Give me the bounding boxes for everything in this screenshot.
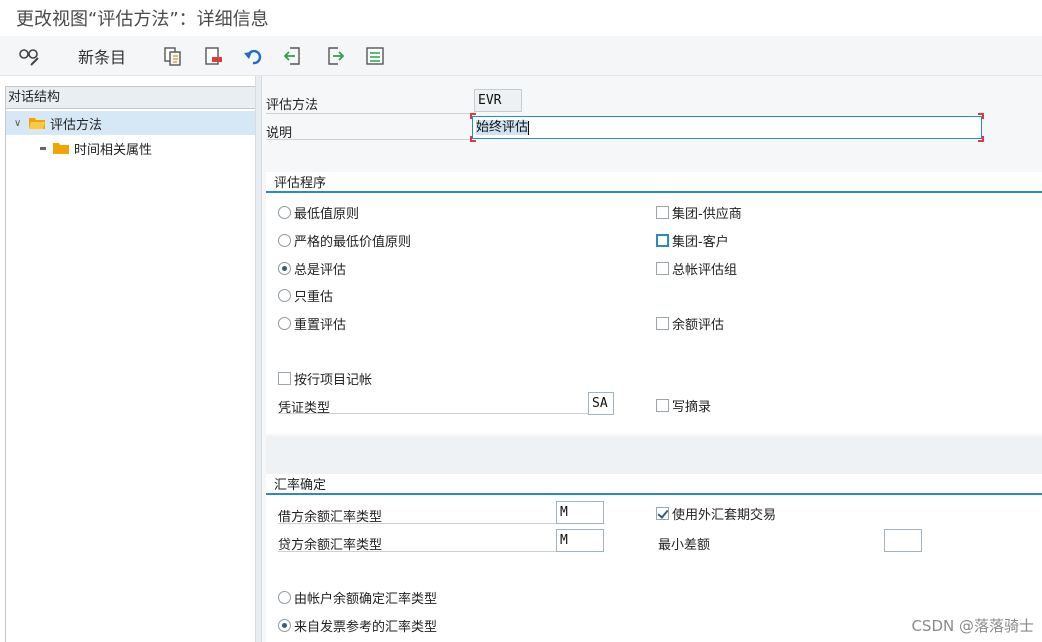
select-all-button[interactable]: [362, 44, 388, 68]
folder-icon: [53, 143, 69, 154]
previous-entry-icon: [283, 47, 300, 65]
undo-icon: [244, 49, 262, 65]
field-marker: [978, 136, 984, 142]
option-label: 重置评估: [294, 317, 347, 333]
option-label: 只重估: [294, 289, 334, 305]
radio-button[interactable]: [278, 316, 291, 330]
chevron-down-icon[interactable]: ∨: [14, 118, 26, 129]
option-label: 总是评估: [294, 262, 347, 278]
divider: [278, 413, 588, 414]
next-entry-button[interactable]: [322, 44, 348, 68]
section-divider: [266, 493, 1042, 495]
watermark: CSDN @落落骑士: [911, 617, 1034, 635]
divider: [278, 551, 556, 552]
divider: [266, 139, 472, 140]
copy-icon: [164, 47, 181, 66]
tree-item-label: 时间相关属性: [74, 142, 153, 158]
select-all-icon: [366, 47, 384, 65]
dialog-structure-panel: 对话结构 ∨ 评估方法 时间相关属性: [0, 76, 255, 642]
check-post-per-line-item[interactable]: 按行项目记帐: [278, 368, 372, 388]
delete-icon: [205, 47, 222, 65]
field-marker: [978, 113, 984, 119]
section-divider: [266, 191, 1042, 193]
valuation-procedure-section: 评估程序 最低值原则 严格的最低价值原则 总是评估 只重估 重置评估 集团-供应…: [266, 172, 1042, 434]
section-title: 评估程序: [274, 176, 327, 191]
radio-lowest-value[interactable]: 最低值原则: [278, 202, 359, 222]
option-label: 严格的最低价值原则: [294, 234, 412, 250]
copy-button[interactable]: [160, 44, 186, 68]
tree-item-time-attributes[interactable]: 时间相关属性: [6, 136, 255, 160]
radio-revaluation-only[interactable]: 只重估: [278, 285, 333, 305]
title-bar: 更改视图“评估方法”：详细信息: [0, 0, 1042, 36]
section-title: 汇率确定: [274, 478, 327, 493]
option-label: 按行项目记帐: [294, 372, 373, 388]
radio-button-selected[interactable]: [278, 261, 291, 275]
checkbox[interactable]: [656, 316, 669, 330]
check-write-extract[interactable]: 写摘录: [656, 395, 711, 415]
method-field: EVR: [474, 89, 522, 112]
radio-from-invoice-reference[interactable]: 来自发票参考的汇率类型: [278, 615, 437, 635]
panel-splitter[interactable]: [255, 76, 262, 642]
checkbox[interactable]: [278, 371, 291, 385]
radio-button-selected[interactable]: [278, 618, 291, 632]
option-label: 来自发票参考的汇率类型: [294, 619, 438, 635]
check-balance-valuation[interactable]: 余额评估: [656, 313, 724, 333]
dialog-structure-tree: 对话结构 ∨ 评估方法 时间相关属性: [5, 86, 255, 642]
divider: [266, 113, 472, 114]
folder-open-icon: [29, 118, 45, 129]
detail-panel: 评估方法 EVR 说明 始终评估 评估程序 最低值原则 严格的最低价值原则 总是…: [262, 76, 1042, 642]
option-label: 使用外汇套期交易: [672, 507, 777, 523]
window-title: 更改视图“评估方法”：详细信息: [16, 9, 269, 30]
check-gl-valuation-group[interactable]: 总帐评估组: [656, 258, 737, 278]
previous-entry-button[interactable]: [280, 44, 306, 68]
next-entry-icon: [328, 47, 345, 65]
radio-from-account-balance[interactable]: 由帐户余额确定汇率类型: [278, 587, 437, 607]
tree-item-label: 评估方法: [50, 117, 103, 133]
description-input[interactable]: 始终评估: [472, 116, 982, 139]
check-group-customer[interactable]: 集团-客户: [656, 230, 729, 250]
display-change-button[interactable]: [16, 44, 42, 68]
option-label: 余额评估: [672, 317, 725, 333]
radio-always-evaluate[interactable]: 总是评估: [278, 258, 346, 278]
minimum-difference-label: 最小差额: [658, 538, 711, 553]
tree-header: 对话结构: [6, 87, 255, 109]
text-cursor: [528, 120, 530, 135]
glasses-edit-icon: [19, 49, 39, 66]
radio-reset-valuation[interactable]: 重置评估: [278, 313, 346, 333]
new-entries-button[interactable]: 新条目: [72, 44, 132, 68]
radio-button[interactable]: [278, 233, 291, 247]
field-marker: [470, 136, 476, 142]
spacer-band: [266, 436, 1042, 474]
checkbox-checked[interactable]: [656, 506, 669, 520]
checkbox[interactable]: [656, 398, 669, 412]
option-label: 写摘录: [672, 399, 712, 415]
option-label: 集团-客户: [672, 234, 729, 250]
radio-button[interactable]: [278, 288, 291, 302]
option-label: 由帐户余额确定汇率类型: [294, 591, 438, 607]
checkbox[interactable]: [656, 261, 669, 275]
credit-balance-rate-input[interactable]: M: [556, 529, 604, 552]
radio-button[interactable]: [278, 205, 291, 219]
delete-button[interactable]: [200, 44, 226, 68]
option-label: 最低值原则: [294, 206, 360, 222]
checkbox[interactable]: [656, 205, 669, 219]
check-use-hedge[interactable]: 使用外汇套期交易: [656, 503, 776, 523]
method-label: 评估方法: [266, 98, 319, 113]
check-group-vendor[interactable]: 集团-供应商: [656, 202, 742, 222]
field-marker: [470, 113, 476, 119]
description-value: 始终评估: [476, 120, 529, 135]
option-label: 总帐评估组: [672, 262, 738, 278]
checkbox-focused[interactable]: [656, 233, 669, 247]
document-type-input[interactable]: SA: [588, 392, 614, 415]
bullet-icon: [40, 146, 46, 150]
debit-balance-rate-input[interactable]: M: [556, 501, 604, 524]
tree-item-valuation-method[interactable]: ∨ 评估方法: [6, 111, 255, 135]
divider: [278, 523, 556, 524]
radio-button[interactable]: [278, 590, 291, 604]
toolbar: 新条目: [0, 36, 1042, 76]
undo-button[interactable]: [240, 44, 266, 68]
option-label: 集团-供应商: [672, 206, 742, 222]
minimum-difference-input[interactable]: [884, 529, 922, 552]
radio-strict-lowest-value[interactable]: 严格的最低价值原则: [278, 230, 411, 250]
